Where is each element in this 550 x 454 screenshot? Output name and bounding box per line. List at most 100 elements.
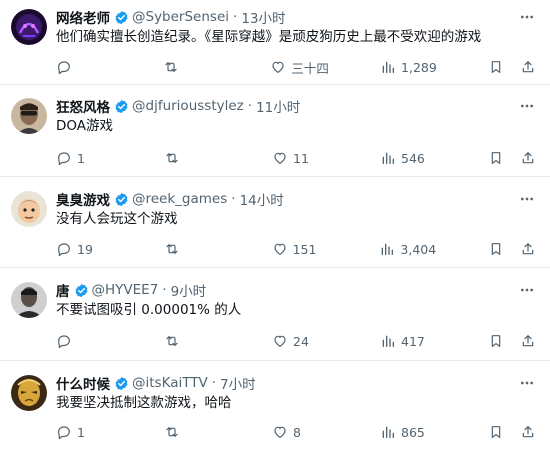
view-count: 865 — [401, 424, 425, 440]
display-name[interactable]: 狂怒风格 — [56, 96, 110, 116]
share-button[interactable] — [520, 333, 536, 349]
tweet[interactable]: 什么时候 @itsKaiTTV · 7小时 我要坚决抵制这款游戏，哈哈 1 8 — [0, 366, 550, 454]
share-icon — [522, 61, 534, 73]
action-bar: 24 417 — [56, 331, 536, 351]
retweet-icon — [165, 62, 177, 72]
tweet-header: 网络老师 @SyberSensei · 13小时 — [56, 7, 510, 27]
action-bar: 1 11 546 — [56, 148, 536, 168]
verified-badge-icon — [114, 10, 129, 25]
retweet-button[interactable] — [164, 241, 220, 257]
verified-badge-icon — [114, 99, 129, 114]
separator-dot: · — [247, 98, 253, 114]
bar-chart-icon — [382, 152, 394, 164]
end-actions — [488, 241, 536, 257]
display-name[interactable]: 网络老师 — [56, 7, 110, 27]
bookmark-icon — [491, 152, 501, 164]
user-handle[interactable]: @itsKaiTTV — [132, 375, 208, 391]
heart-icon — [274, 152, 286, 164]
retweet-button[interactable] — [164, 424, 220, 440]
share-button[interactable] — [520, 59, 536, 75]
heart-icon — [274, 335, 286, 347]
share-button[interactable] — [520, 424, 536, 440]
bookmark-button[interactable] — [488, 424, 504, 440]
views-button[interactable]: 865 — [380, 424, 436, 440]
bookmark-icon — [491, 335, 501, 347]
tweet[interactable]: 狂怒风格 @djfuriousstylez · 11小时 DOA游戏 1 11 — [0, 89, 550, 177]
timestamp[interactable]: 9小时 — [171, 280, 207, 300]
bookmark-button[interactable] — [488, 333, 504, 349]
avatar[interactable] — [11, 9, 47, 45]
reply-icon — [58, 335, 70, 349]
reply-button[interactable]: 1 — [56, 424, 112, 440]
retweet-button[interactable] — [163, 59, 219, 75]
tweet-text: 我要坚决抵制这款游戏，哈哈 — [56, 395, 232, 411]
reply-icon — [58, 243, 70, 257]
avatar[interactable] — [11, 191, 47, 227]
more-options-icon[interactable] — [518, 281, 536, 299]
view-count: 1,289 — [401, 59, 437, 75]
retweet-button[interactable] — [164, 150, 220, 166]
more-options-icon[interactable] — [518, 8, 536, 26]
bookmark-icon — [491, 61, 501, 73]
avatar[interactable] — [11, 98, 47, 134]
verified-badge-icon — [74, 283, 89, 298]
bar-chart-icon — [382, 335, 394, 347]
more-options-icon[interactable] — [518, 374, 536, 392]
share-button[interactable] — [520, 150, 536, 166]
bookmark-button[interactable] — [488, 241, 504, 257]
heart-icon — [274, 426, 286, 438]
tweet-text: 不要试图吸引 0.00001% 的人 — [56, 302, 242, 318]
timestamp[interactable]: 13小时 — [241, 7, 285, 27]
bookmark-button[interactable] — [488, 150, 504, 166]
reply-icon — [58, 152, 70, 166]
views-button[interactable]: 417 — [380, 333, 436, 349]
user-handle[interactable]: @HYVEE7 — [92, 282, 159, 298]
bar-chart-icon — [382, 426, 394, 438]
avatar[interactable] — [11, 375, 47, 411]
view-count: 3,404 — [400, 241, 437, 257]
like-button[interactable]: 三十四 — [270, 58, 329, 77]
display-name[interactable]: 什么时候 — [56, 373, 110, 393]
reply-button[interactable]: 19 — [56, 241, 112, 257]
more-options-icon[interactable] — [518, 97, 536, 115]
reply-button[interactable] — [56, 59, 112, 75]
retweet-icon — [166, 336, 178, 346]
like-count: 三十四 — [291, 60, 329, 76]
bookmark-button[interactable] — [488, 59, 504, 75]
views-button[interactable]: 1,289 — [380, 59, 437, 75]
timestamp[interactable]: 14小时 — [240, 189, 284, 209]
tweet[interactable]: 唐 @HYVEE7 · 9小时 不要试图吸引 0.00001% 的人 24 41… — [0, 273, 550, 361]
like-button[interactable]: 8 — [272, 424, 328, 440]
more-options-icon[interactable] — [518, 190, 536, 208]
user-handle[interactable]: @reek_games — [132, 191, 227, 207]
retweet-button[interactable] — [164, 333, 220, 349]
view-count: 546 — [401, 150, 425, 166]
reply-button[interactable]: 1 — [56, 150, 112, 166]
like-count: 24 — [293, 333, 309, 349]
avatar[interactable] — [11, 282, 47, 318]
retweet-icon — [166, 427, 178, 437]
golden-mask-avatar-icon — [11, 375, 47, 411]
like-button[interactable]: 151 — [272, 241, 328, 257]
verified-badge-icon — [114, 376, 129, 391]
reply-icon — [58, 426, 70, 440]
display-name[interactable]: 臭臭游戏 — [56, 189, 110, 209]
share-icon — [522, 243, 534, 255]
user-handle[interactable]: @djfuriousstylez — [132, 98, 244, 114]
display-name[interactable]: 唐 — [56, 280, 70, 300]
separator-dot: · — [211, 375, 217, 391]
end-actions — [488, 424, 536, 440]
user-handle[interactable]: @SyberSensei — [132, 9, 229, 25]
share-button[interactable] — [520, 241, 536, 257]
views-button[interactable]: 546 — [380, 150, 436, 166]
like-button[interactable]: 11 — [272, 150, 328, 166]
tweet-header: 什么时候 @itsKaiTTV · 7小时 — [56, 373, 510, 393]
like-button[interactable]: 24 — [272, 333, 328, 349]
tweet[interactable]: 臭臭游戏 @reek_games · 14小时 没有人会玩这个游戏 19 151 — [0, 182, 550, 268]
reply-button[interactable] — [56, 333, 112, 349]
tweet[interactable]: 网络老师 @SyberSensei · 13小时 他们确实擅长创造纪录。《星际穿… — [0, 0, 550, 85]
sunglasses-man-avatar-icon — [11, 98, 47, 134]
timestamp[interactable]: 11小时 — [256, 96, 300, 116]
timestamp[interactable]: 7小时 — [220, 373, 256, 393]
views-button[interactable]: 3,404 — [379, 241, 436, 257]
